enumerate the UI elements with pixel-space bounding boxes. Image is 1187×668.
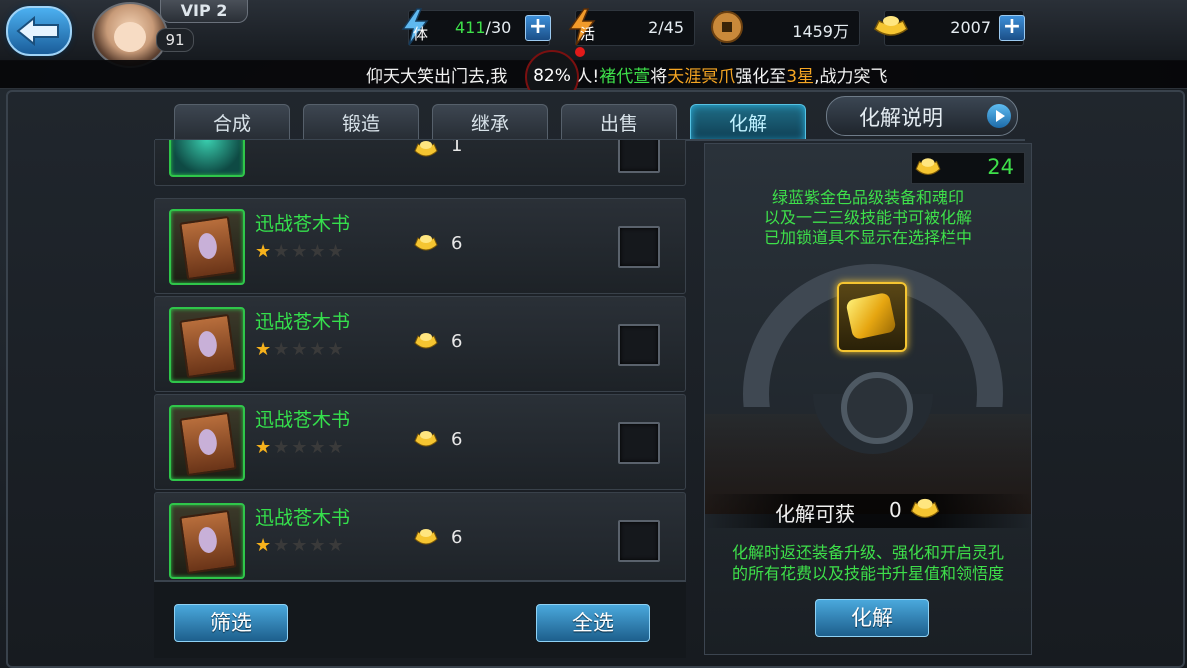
- list-item[interactable]: 迅战苍木书 ★★★★★ 6: [154, 492, 686, 580]
- dissolve-info: 绿蓝紫金色品级装备和魂印 以及一二三级技能书可被化解 已加锁道具不显示在选择栏中: [763, 188, 972, 247]
- item-qty: 6: [451, 233, 463, 254]
- gold-ingot-icon: [414, 431, 438, 447]
- gain-bar: 化解可获 0: [705, 494, 1031, 528]
- tab-sell[interactable]: 出售: [561, 104, 677, 141]
- activity-stat: 活 2/45: [568, 8, 695, 46]
- skill-book-icon: [169, 405, 245, 481]
- tab-synthesize[interactable]: 合成: [174, 104, 290, 141]
- tab-forge[interactable]: 锻造: [303, 104, 419, 141]
- stamina-stat: 体 411/30 +: [401, 8, 551, 46]
- list-item[interactable]: 1: [154, 140, 686, 186]
- item-name: 迅战苍木书: [255, 409, 351, 431]
- dissolve-button[interactable]: 化解: [815, 599, 929, 637]
- total-gold-value: 24: [987, 155, 1014, 179]
- vip-badge: VIP 2: [160, 0, 248, 23]
- skill-book-icon: [169, 307, 245, 383]
- gold-value: 2007: [950, 18, 991, 37]
- list-item[interactable]: 迅战苍木书 ★★★★★ 6: [154, 296, 686, 392]
- dissolve-help-button[interactable]: 化解说明: [826, 96, 1018, 136]
- ticker-text: 仰天大笑出门去,我蓬蒿人!褚代萱将天涯冥爪强化至3星,战力突飞: [366, 67, 888, 87]
- activity-icon-text: 活: [580, 25, 596, 43]
- gold-ingot-icon: [845, 291, 897, 341]
- result-slot: [837, 282, 907, 352]
- notification-dot: [575, 47, 585, 57]
- skill-book-icon: [169, 209, 245, 285]
- select-checkbox[interactable]: [618, 422, 660, 464]
- total-gold-box: 24: [911, 152, 1025, 184]
- stamina-max: /30: [485, 18, 512, 37]
- list-item[interactable]: 迅战苍木书 ★★★★★ 6: [154, 198, 686, 294]
- item-qty: 6: [451, 331, 463, 352]
- select-checkbox[interactable]: [618, 324, 660, 366]
- copper-coin-icon: [711, 11, 743, 43]
- select-checkbox[interactable]: [618, 226, 660, 268]
- gold-ingot-icon: [414, 529, 438, 545]
- star-rating: ★★★★★: [255, 437, 346, 458]
- gold-stat: 2007 +: [874, 10, 1025, 46]
- back-button[interactable]: [6, 6, 72, 56]
- item-list[interactable]: 1 迅战苍木书 ★★★★★ 6 迅战苍木书 ★★★★★ 6 迅战苍木书 ★★★★…: [154, 140, 686, 580]
- filter-button[interactable]: 筛选: [174, 604, 288, 642]
- star-rating: ★★★★★: [255, 535, 346, 556]
- star-rating: ★★★★★: [255, 241, 346, 262]
- item-name: 迅战苍木书: [255, 507, 351, 529]
- broadcast-ticker: 仰天大笑出门去,我蓬蒿人!褚代萱将天涯冥爪强化至3星,战力突飞: [0, 60, 1187, 89]
- tab-inherit[interactable]: 继承: [432, 104, 548, 141]
- item-qty: 6: [451, 527, 463, 548]
- copper-value: 1459万: [792, 22, 849, 41]
- select-checkbox[interactable]: [618, 140, 660, 173]
- skill-book-icon: [169, 503, 245, 579]
- item-icon: [169, 140, 245, 177]
- select-checkbox[interactable]: [618, 520, 660, 562]
- add-gold-button[interactable]: +: [999, 15, 1025, 41]
- dissolve-note: 化解时返还装备升级、强化和开启灵孔 的所有花费以及技能书升星值和领悟度: [731, 543, 1004, 583]
- gold-ingot-icon: [874, 16, 908, 36]
- dissolve-help-label: 化解说明: [859, 106, 943, 130]
- tab-dissolve[interactable]: 化解: [690, 104, 806, 141]
- fps-value: 82%: [533, 66, 571, 86]
- gain-label: 化解可获: [775, 502, 855, 526]
- select-all-button[interactable]: 全选: [536, 604, 650, 642]
- list-footer: 筛选 全选: [154, 580, 686, 658]
- gold-ingot-icon: [414, 333, 438, 349]
- list-item[interactable]: 迅战苍木书 ★★★★★ 6: [154, 394, 686, 490]
- stamina-current: 411: [455, 18, 486, 37]
- item-name: 迅战苍木书: [255, 311, 351, 333]
- gold-ingot-icon: [414, 141, 438, 157]
- add-stamina-button[interactable]: +: [525, 15, 551, 41]
- dragon-emblem-icon: [841, 372, 913, 444]
- player-level: 91: [156, 28, 194, 52]
- gold-ingot-icon: [414, 235, 438, 251]
- copper-stat: 1459万: [711, 10, 860, 46]
- gold-ingot-icon: [910, 498, 940, 518]
- star-rating: ★★★★★: [255, 339, 346, 360]
- play-arrow-icon: [987, 104, 1011, 128]
- gold-ingot-icon: [915, 158, 941, 175]
- stamina-icon-text: 体: [413, 25, 429, 43]
- back-arrow-icon: [16, 16, 59, 46]
- item-qty: 1: [451, 140, 463, 156]
- item-qty: 6: [451, 429, 463, 450]
- dissolve-panel: 24 绿蓝紫金色品级装备和魂印 以及一二三级技能书可被化解 已加锁道具不显示在选…: [704, 143, 1032, 655]
- item-name: 迅战苍木书: [255, 213, 351, 235]
- top-bar: VIP 2 91 体 411/30 + 活 2/45 1459万 2007 +: [0, 0, 1187, 68]
- activity-value: 2/45: [648, 18, 684, 37]
- gain-value: 0: [889, 498, 902, 522]
